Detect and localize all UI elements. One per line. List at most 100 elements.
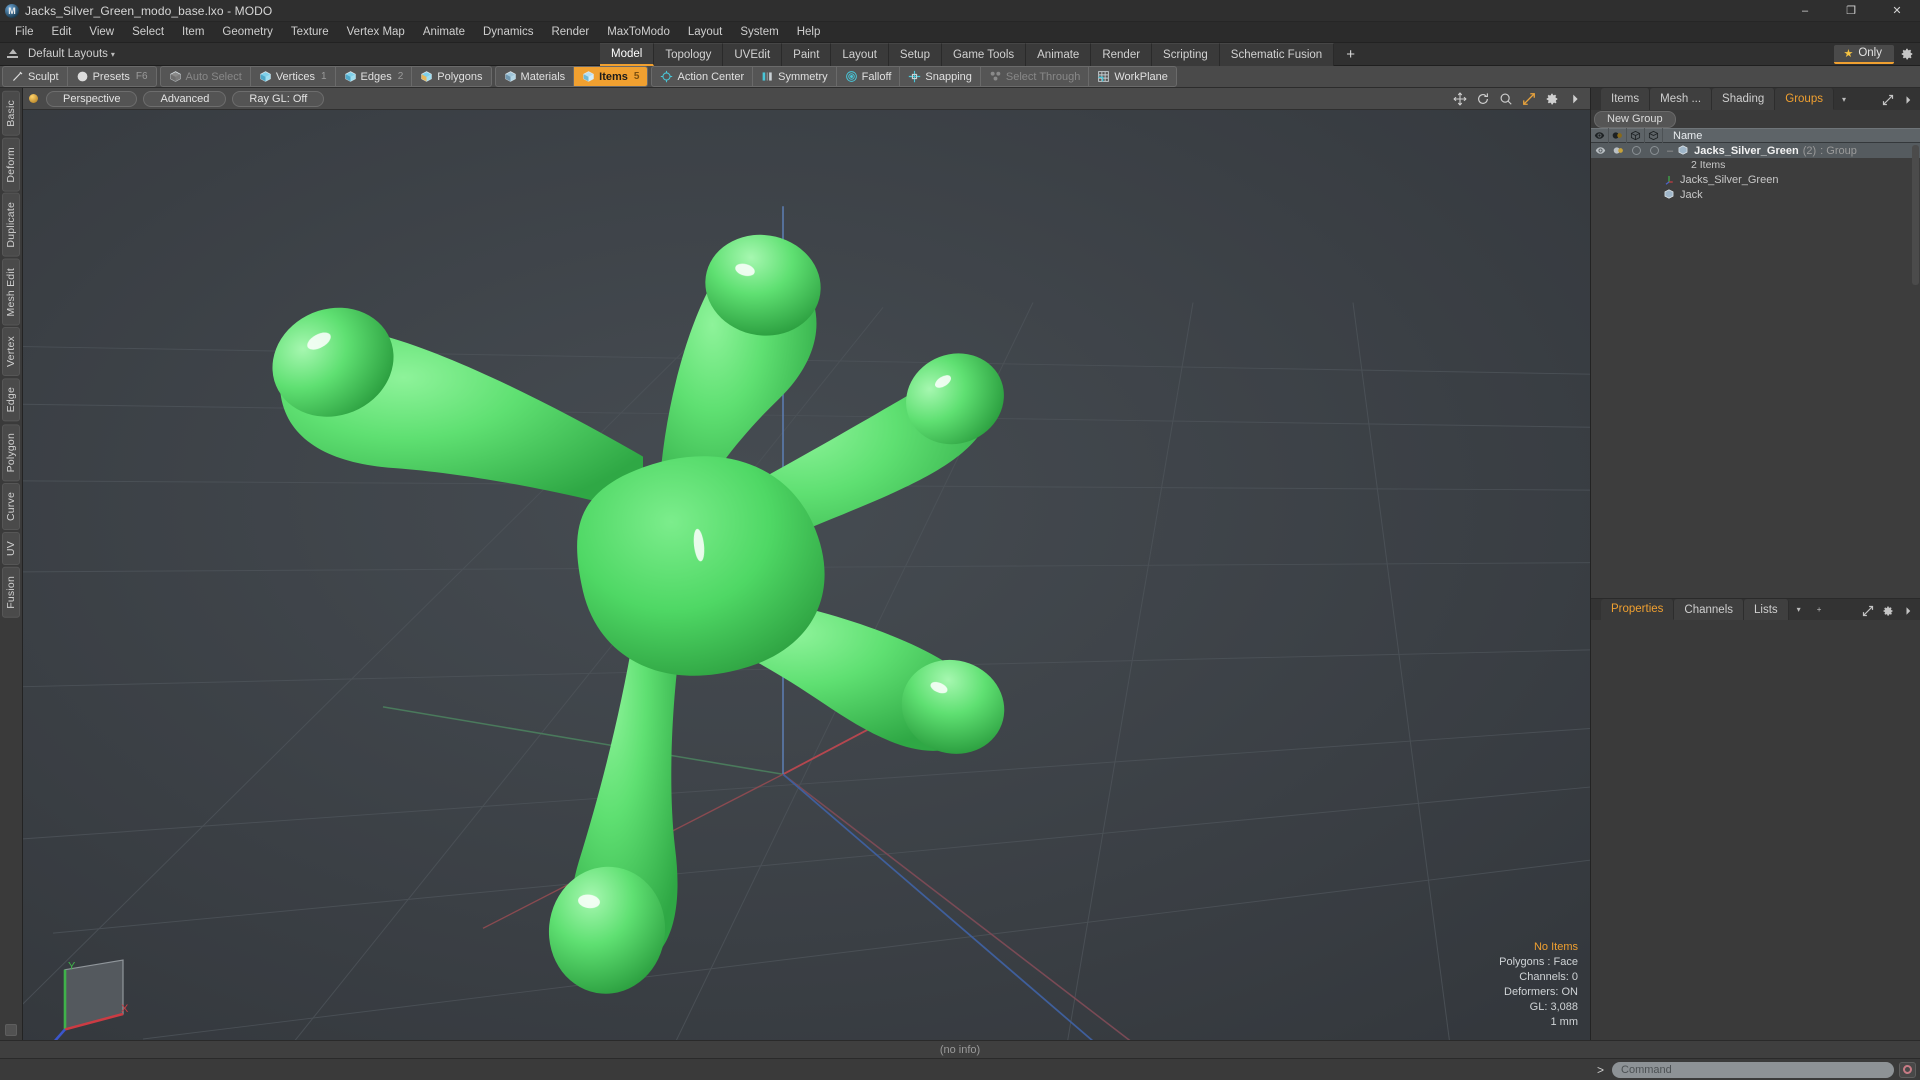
tree-root-label[interactable]: – Jacks_Silver_Green (2) : Group bbox=[1663, 144, 1857, 157]
left-tab-basic[interactable]: Basic bbox=[2, 91, 20, 136]
layout-tab-animate[interactable]: Animate bbox=[1026, 43, 1092, 66]
props-tab-properties[interactable]: Properties bbox=[1601, 599, 1675, 620]
layout-tab-render[interactable]: Render bbox=[1091, 43, 1153, 66]
gear-icon[interactable] bbox=[1900, 47, 1914, 61]
maximize-button[interactable]: ❐ bbox=[1828, 0, 1874, 22]
row-render-toggle[interactable] bbox=[1609, 143, 1627, 158]
menu-item-select[interactable]: Select bbox=[123, 24, 173, 40]
toolbar-button-vertices[interactable]: Vertices 1 bbox=[251, 67, 336, 86]
chevron-right-icon[interactable] bbox=[1902, 604, 1914, 616]
menu-item-view[interactable]: View bbox=[80, 24, 123, 40]
command-input[interactable] bbox=[1612, 1061, 1894, 1078]
layout-tab-paint[interactable]: Paint bbox=[782, 43, 832, 66]
left-tab-uv[interactable]: UV bbox=[2, 532, 20, 566]
toolbar-button-falloff[interactable]: Falloff bbox=[837, 67, 901, 86]
chevron-right-icon[interactable] bbox=[1568, 92, 1582, 106]
left-tab-curve[interactable]: Curve bbox=[2, 483, 20, 531]
row-outline-toggle[interactable] bbox=[1645, 143, 1663, 158]
menu-item-help[interactable]: Help bbox=[788, 24, 830, 40]
toolbar-button-edges[interactable]: Edges 2 bbox=[336, 67, 413, 86]
toolbar-button-sculpt[interactable]: Sculpt bbox=[3, 67, 68, 86]
tree-row[interactable]: Jack bbox=[1591, 187, 1920, 202]
minimize-button[interactable]: – bbox=[1782, 0, 1828, 22]
layout-tab-setup[interactable]: Setup bbox=[888, 43, 942, 66]
fit-icon[interactable] bbox=[1522, 92, 1536, 106]
layout-tab-topology[interactable]: Topology bbox=[654, 43, 724, 66]
toolbar-button-polygons[interactable]: Polygons bbox=[412, 67, 490, 86]
default-layouts-label[interactable]: Default Layouts bbox=[28, 48, 108, 60]
toolbar-button-action-center[interactable]: Action Center bbox=[652, 67, 754, 86]
props-tab-channels[interactable]: Channels bbox=[1674, 599, 1745, 620]
only-toggle-button[interactable]: ★ Only bbox=[1834, 44, 1894, 64]
row-shade-toggle[interactable] bbox=[1627, 143, 1645, 158]
gear-icon[interactable] bbox=[1882, 604, 1894, 616]
menu-item-system[interactable]: System bbox=[731, 24, 787, 40]
chevron-down-icon[interactable]: ▾ bbox=[1789, 599, 1809, 620]
chevron-right-icon[interactable] bbox=[1902, 93, 1914, 105]
layout-tab-layout[interactable]: Layout bbox=[831, 43, 889, 66]
left-tab-duplicate[interactable]: Duplicate bbox=[2, 193, 20, 257]
chevron-down-icon[interactable]: ▾ bbox=[1834, 88, 1854, 110]
panel-tab-shading[interactable]: Shading bbox=[1712, 88, 1776, 110]
left-tab-polygon[interactable]: Polygon bbox=[2, 423, 20, 482]
toolbar-button-symmetry[interactable]: Symmetry bbox=[753, 67, 837, 86]
tree-expand-icon[interactable]: – bbox=[1667, 145, 1673, 157]
group-tree-body[interactable]: – Jacks_Silver_Green (2) : Group 2 Items bbox=[1591, 143, 1920, 598]
expand-arrows-icon[interactable] bbox=[1882, 93, 1894, 106]
toolbar-button-materials[interactable]: Materials bbox=[496, 67, 575, 86]
tree-row[interactable]: Jacks_Silver_Green bbox=[1591, 172, 1920, 187]
outline-cube-icon[interactable] bbox=[1645, 128, 1663, 143]
panel-tab-items[interactable]: Items bbox=[1601, 88, 1651, 110]
menu-item-animate[interactable]: Animate bbox=[414, 24, 474, 40]
toolbar-button-presets[interactable]: Presets F6 bbox=[68, 67, 156, 86]
menu-item-geometry[interactable]: Geometry bbox=[213, 24, 282, 40]
layout-tab-game-tools[interactable]: Game Tools bbox=[941, 43, 1027, 66]
layout-tab-model[interactable]: Model bbox=[600, 43, 655, 66]
tree-child-label[interactable]: Jacks_Silver_Green bbox=[1591, 173, 1778, 186]
gear-icon[interactable] bbox=[1545, 92, 1559, 106]
left-tab-edge[interactable]: Edge bbox=[2, 378, 20, 422]
left-tab-mesh-edit[interactable]: Mesh Edit bbox=[2, 258, 20, 326]
tree-scrollbar[interactable] bbox=[1912, 145, 1919, 285]
shade-cube-icon[interactable] bbox=[1627, 128, 1645, 143]
row-eye-toggle[interactable] bbox=[1591, 143, 1609, 158]
add-layout-tab-button[interactable]: + bbox=[1334, 43, 1367, 66]
left-tab-fusion[interactable]: Fusion bbox=[2, 567, 20, 618]
menu-item-file[interactable]: File bbox=[6, 24, 43, 40]
eye-icon[interactable] bbox=[1591, 128, 1609, 143]
tree-child-label[interactable]: Jack bbox=[1591, 188, 1703, 201]
menu-item-vertex-map[interactable]: Vertex Map bbox=[338, 24, 414, 40]
menu-item-render[interactable]: Render bbox=[542, 24, 598, 40]
toolbar-button-workplane[interactable]: WorkPlane bbox=[1089, 67, 1176, 86]
layout-tab-uvedit[interactable]: UVEdit bbox=[723, 43, 783, 66]
view-mode-button[interactable]: Perspective bbox=[46, 90, 138, 107]
toolbar-button-snapping[interactable]: Snapping bbox=[900, 67, 981, 86]
new-group-button[interactable]: New Group bbox=[1594, 110, 1676, 128]
menu-item-edit[interactable]: Edit bbox=[43, 24, 81, 40]
layout-tab-scripting[interactable]: Scripting bbox=[1152, 43, 1220, 66]
layout-tab-schematic-fusion[interactable]: Schematic Fusion bbox=[1219, 43, 1335, 66]
viewport-3d-canvas[interactable]: Y X Z No Items Polygons : Face Channels:… bbox=[23, 110, 1590, 1040]
rotate-icon[interactable] bbox=[1476, 92, 1490, 106]
menu-item-maxtomodo[interactable]: MaxToModo bbox=[598, 24, 679, 40]
chevron-down-icon[interactable]: ▾ bbox=[111, 50, 115, 59]
tree-row[interactable]: – Jacks_Silver_Green (2) : Group bbox=[1591, 143, 1920, 158]
panel-tab-groups[interactable]: Groups bbox=[1775, 88, 1834, 110]
toolbar-button-items[interactable]: Items 5 bbox=[574, 67, 648, 86]
menu-item-texture[interactable]: Texture bbox=[282, 24, 338, 40]
left-tabs-handle[interactable] bbox=[5, 1024, 17, 1036]
render-eye-icon[interactable] bbox=[1609, 128, 1627, 143]
menu-item-dynamics[interactable]: Dynamics bbox=[474, 24, 542, 40]
panel-tab-mesh[interactable]: Mesh ... bbox=[1650, 88, 1713, 110]
menu-item-item[interactable]: Item bbox=[173, 24, 213, 40]
expand-arrows-icon[interactable] bbox=[1862, 604, 1874, 616]
pin-icon[interactable] bbox=[6, 47, 20, 61]
move-icon[interactable] bbox=[1453, 92, 1467, 106]
close-button[interactable]: ✕ bbox=[1874, 0, 1920, 22]
left-tab-deform[interactable]: Deform bbox=[2, 137, 20, 192]
raygl-toggle-button[interactable]: Ray GL: Off bbox=[232, 90, 325, 107]
add-properties-tab-button[interactable]: + bbox=[1809, 599, 1830, 620]
props-tab-lists[interactable]: Lists bbox=[1744, 599, 1789, 620]
menu-item-layout[interactable]: Layout bbox=[679, 24, 732, 40]
viewport-menu-icon[interactable] bbox=[29, 94, 38, 103]
